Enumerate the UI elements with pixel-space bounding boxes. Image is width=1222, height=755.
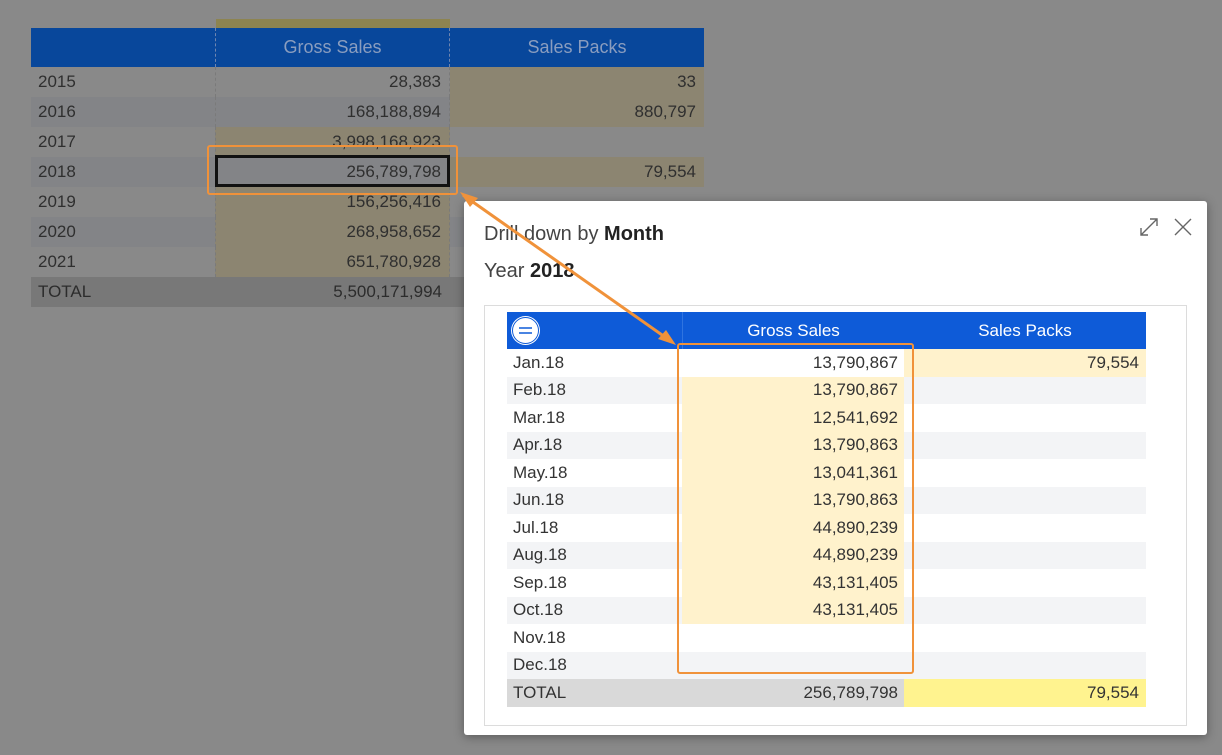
table-header-row: Gross Sales Sales Packs xyxy=(31,28,704,67)
subtitle-prefix: Year xyxy=(484,260,530,282)
packs-cell[interactable] xyxy=(904,542,1146,570)
packs-cell[interactable] xyxy=(904,597,1146,625)
gross-cell[interactable]: 168,188,894 xyxy=(215,97,450,127)
month-cell: Jun.18 xyxy=(513,490,565,510)
month-cell: Jul.18 xyxy=(513,517,559,537)
header-gross-sales[interactable]: Gross Sales xyxy=(215,28,450,67)
expand-icon[interactable] xyxy=(1138,216,1160,238)
packs-cell[interactable] xyxy=(904,569,1146,597)
drill-column-annotation xyxy=(677,343,914,674)
packs-cell[interactable] xyxy=(904,487,1146,515)
packs-cell[interactable] xyxy=(904,459,1146,487)
month-cell: Dec.18 xyxy=(513,655,567,675)
total-label: TOTAL xyxy=(513,682,567,702)
table-row: 2016 168,188,894 880,797 xyxy=(31,97,704,127)
year-cell: 2019 xyxy=(38,192,76,211)
close-icon[interactable] xyxy=(1172,216,1194,238)
month-cell: Nov.18 xyxy=(513,627,566,647)
packs-cell[interactable] xyxy=(904,432,1146,460)
packs-cell[interactable]: 33 xyxy=(450,67,704,97)
total-label: TOTAL xyxy=(38,282,92,301)
total-packs: 79,554 xyxy=(904,679,1146,707)
month-cell: Aug.18 xyxy=(513,545,567,565)
header-menu-cell xyxy=(507,312,682,349)
gross-cell[interactable]: 28,383 xyxy=(215,67,450,97)
dialog-title: Drill down by Month xyxy=(484,223,664,246)
month-cell: Apr.18 xyxy=(513,435,563,455)
month-cell: May.18 xyxy=(513,462,568,482)
packs-cell[interactable] xyxy=(904,624,1146,652)
packs-cell[interactable] xyxy=(904,652,1146,680)
year-cell: 2017 xyxy=(38,132,76,151)
packs-cell[interactable] xyxy=(904,377,1146,405)
packs-cell[interactable]: 79,554 xyxy=(450,157,704,187)
year-cell: 2015 xyxy=(38,72,76,91)
packs-cell[interactable]: 880,797 xyxy=(450,97,704,127)
column-highlight-bar xyxy=(216,19,450,28)
gross-cell[interactable]: 651,780,928 xyxy=(215,247,450,277)
packs-cell[interactable] xyxy=(904,404,1146,432)
month-cell: Oct.18 xyxy=(513,600,564,620)
packs-cell[interactable] xyxy=(450,127,704,157)
total-row: TOTAL 256,789,798 79,554 xyxy=(507,679,1146,707)
year-cell: 2018 xyxy=(38,162,76,181)
dialog-subtitle: Year 2018 xyxy=(484,260,574,283)
packs-cell[interactable] xyxy=(904,514,1146,542)
title-prefix: Drill down by xyxy=(484,223,605,245)
total-gross: 5,500,171,994 xyxy=(333,282,442,301)
table-row: 2015 28,383 33 xyxy=(31,67,704,97)
header-sales-packs[interactable]: Sales Packs xyxy=(450,28,704,67)
month-cell: Mar.18 xyxy=(513,407,565,427)
menu-button[interactable] xyxy=(511,316,540,345)
year-cell: 2020 xyxy=(38,222,76,241)
month-cell: Jan.18 xyxy=(513,352,565,372)
gross-cell[interactable]: 268,958,652 xyxy=(215,217,450,247)
header-sales-packs[interactable]: Sales Packs xyxy=(904,312,1146,349)
subtitle-year: 2018 xyxy=(529,260,575,282)
hamburger-icon xyxy=(512,317,539,344)
month-cell: Sep.18 xyxy=(513,572,567,592)
title-dimension: Month xyxy=(604,223,665,245)
year-cell: 2016 xyxy=(38,102,76,121)
packs-cell[interactable]: 79,554 xyxy=(904,349,1146,377)
year-cell: 2021 xyxy=(38,252,76,271)
month-cell: Feb.18 xyxy=(513,380,566,400)
selected-cell-annotation xyxy=(207,145,458,195)
total-gross: 256,789,798 xyxy=(803,682,898,702)
